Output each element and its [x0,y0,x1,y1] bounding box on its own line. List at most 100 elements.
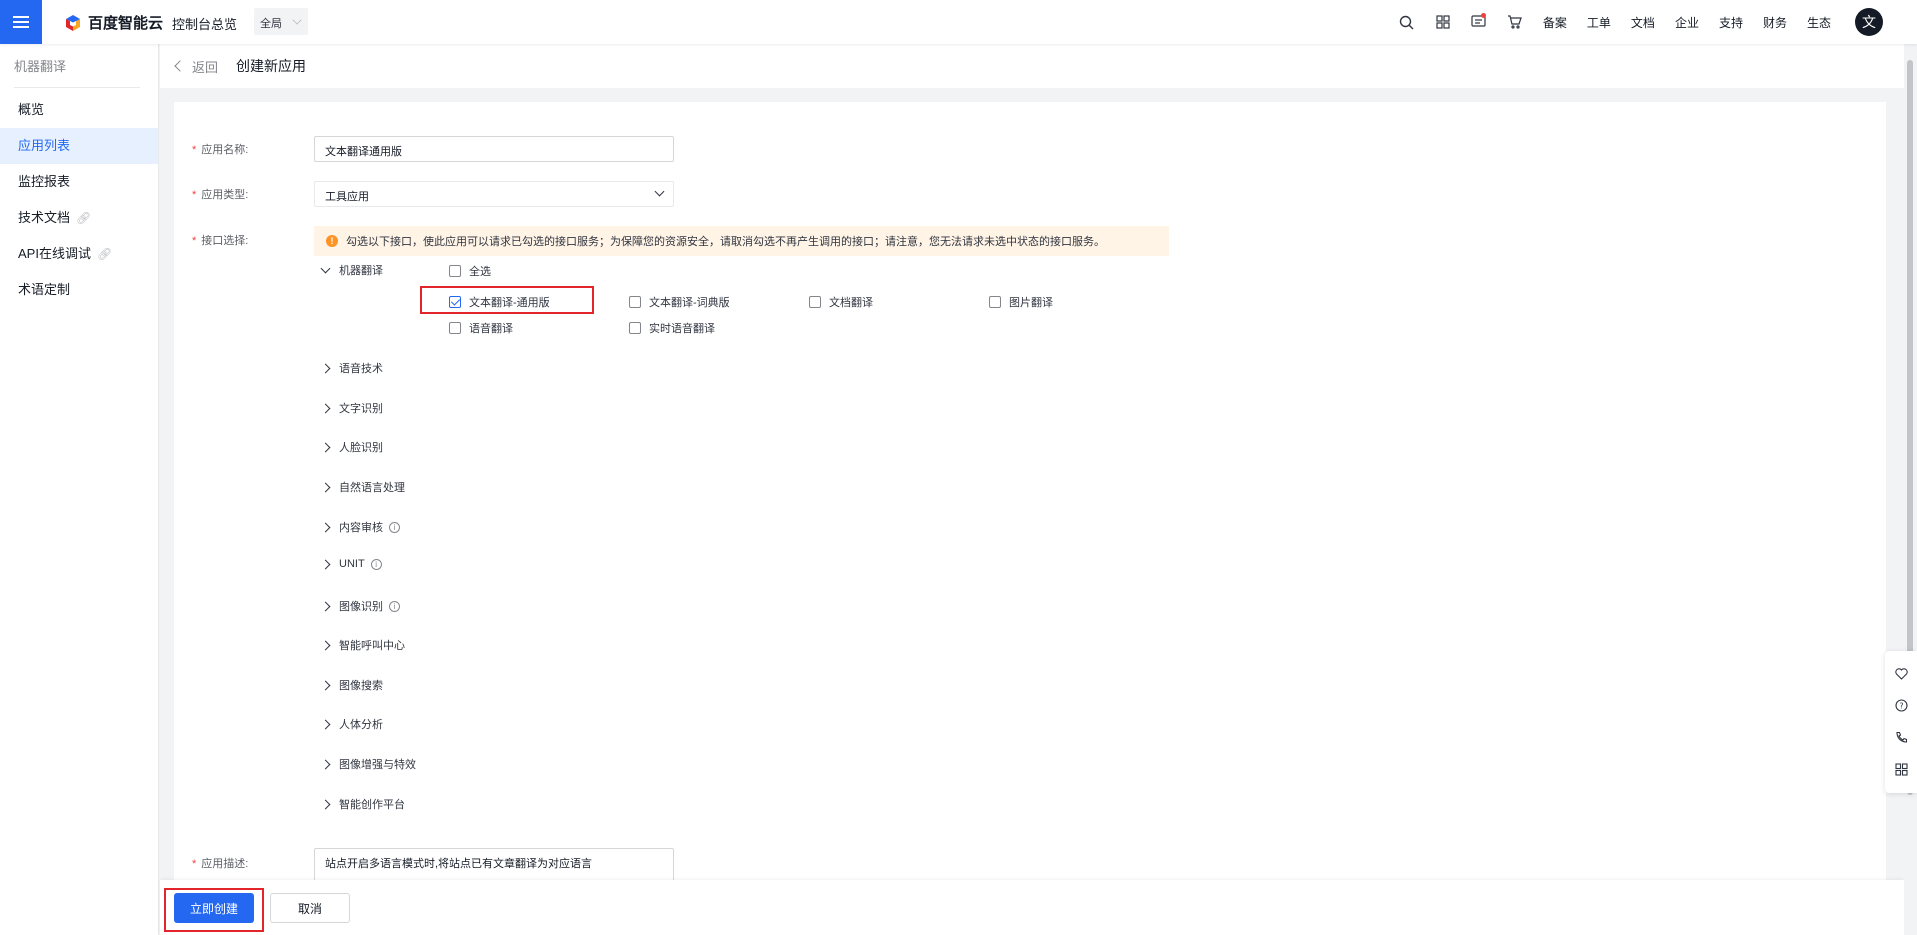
help-icon[interactable]: ? [1894,699,1908,712]
sidebar-title: 机器翻译 [14,44,140,88]
app-type-label: * 应用类型: [192,189,249,201]
group-item[interactable]: 语音技术 [320,360,383,376]
notice-banner: ! 勾选以下接口，使此应用可以请求已勾选的接口服务；为保障您的资源安全，请取消勾… [314,226,1169,256]
sidebar-item-app-list[interactable]: 应用列表 [0,128,158,164]
chevron-right-icon [320,601,331,611]
region-select[interactable]: 全局 [254,8,308,35]
menu-icon[interactable] [0,0,42,44]
chevron-right-icon [320,363,331,373]
checkbox-text-translation-dict[interactable]: 文本翻译-词典版 [629,294,730,310]
phone-icon[interactable] [1895,731,1908,744]
sidebar-item-tech-docs[interactable]: 技术文档 🔗︎ [0,200,158,236]
group-item[interactable]: 人体分析 [320,716,383,732]
group-item[interactable]: 人脸识别 [320,439,383,455]
checkbox-box[interactable] [989,296,1001,308]
group-item[interactable]: 图像识别 i [320,598,400,614]
top-link-support[interactable]: 支持 [1709,14,1753,31]
top-link-finance[interactable]: 财务 [1753,14,1797,31]
group-item[interactable]: 文字识别 [320,400,383,416]
top-link-ticket[interactable]: 工单 [1577,14,1621,31]
notice-text: 勾选以下接口，使此应用可以请求已勾选的接口服务；为保障您的资源安全，请取消勾选不… [346,236,1105,248]
page-header: 返回 创建新应用 [160,44,1904,88]
checkbox-box[interactable] [449,265,461,277]
checkbox-label: 实时语音翻译 [649,323,715,335]
checkbox-label: 全选 [469,266,491,278]
checkbox-label: 文档翻译 [829,297,873,309]
chevron-right-icon [320,759,331,769]
cancel-button[interactable]: 取消 [270,893,350,923]
group-machine-translation[interactable]: 机器翻译 [320,262,383,278]
top-link-docs[interactable]: 文档 [1621,14,1665,31]
app-name-label: * 应用名称: [192,144,249,156]
sidebar-item-monitor[interactable]: 监控报表 [0,164,158,200]
top-link-enterprise[interactable]: 企业 [1665,14,1709,31]
sidebar-item-label: 监控报表 [18,174,71,189]
group-item[interactable]: 智能呼叫中心 [320,637,405,653]
highlight-box [420,286,594,314]
message-icon[interactable] [1461,0,1497,44]
group-item[interactable]: 图像搜索 [320,677,383,693]
checkbox-label: 文本翻译-词典版 [649,297,730,309]
checkbox-box[interactable] [629,322,641,334]
heart-icon[interactable] [1894,668,1908,681]
sidebar: 机器翻译 概览 应用列表 监控报表 技术文档 🔗︎ API在线调试 🔗︎ 术语定制 [0,44,159,935]
top-bar: 百度智能云 控制台总览 全局 备案 工单 文档 企业 支持 财务 生态 文 [0,0,1917,44]
checkbox-doc-translation[interactable]: 文档翻译 [809,294,873,310]
page-title: 创建新应用 [236,58,307,74]
checkbox-speech-translation[interactable]: 语音翻译 [449,320,513,336]
checkbox-label: 语音翻译 [469,323,513,335]
app-name-input[interactable]: 文本翻译通用版 [314,136,674,162]
sidebar-item-label: 术语定制 [18,282,71,297]
notification-dot [1480,13,1486,18]
chevron-down-icon [320,263,331,274]
sidebar-item-api-debug[interactable]: API在线调试 🔗︎ [0,236,158,272]
back-button[interactable]: 返回 [160,57,218,76]
region-value: 全局 [260,18,282,30]
chevron-right-icon [320,482,331,492]
cart-icon[interactable] [1497,0,1533,44]
group-item[interactable]: 智能创作平台 [320,796,405,812]
checkbox-realtime-speech-translation[interactable]: 实时语音翻译 [629,320,715,336]
group-item[interactable]: 内容审核 i [320,519,400,535]
info-icon[interactable]: i [389,521,400,533]
checkbox-label: 图片翻译 [1009,297,1053,309]
checkbox-box[interactable] [629,296,641,308]
checkbox-box[interactable] [449,322,461,334]
warning-icon: ! [326,235,338,247]
sidebar-item-terminology[interactable]: 术语定制 [0,272,158,308]
group-item[interactable]: UNIT i [320,558,382,570]
external-link-icon: 🔗︎ [76,211,92,225]
search-icon[interactable] [1389,0,1425,44]
checkbox-image-translation[interactable]: 图片翻译 [989,294,1053,310]
group-item[interactable]: 图像增强与特效 [320,756,416,772]
checkbox-box[interactable] [809,296,821,308]
chevron-right-icon [320,719,331,729]
group-item[interactable]: 自然语言处理 [320,479,405,495]
cube-logo-icon [66,14,80,31]
top-link-ecosystem[interactable]: 生态 [1797,14,1841,31]
chevron-right-icon [320,522,331,532]
sidebar-item-overview[interactable]: 概览 [0,92,158,128]
checkbox-select-all[interactable]: 全选 [449,263,491,279]
sidebar-item-label: 应用列表 [18,138,71,153]
footer-bar: 立即创建 取消 [160,880,1904,935]
float-tools-panel: ? [1885,651,1917,793]
sidebar-item-label: 技术文档 [18,210,71,225]
brand-logo[interactable]: 百度智能云 [64,12,163,33]
grid-icon[interactable] [1894,763,1908,776]
group-label: 机器翻译 [339,265,383,277]
api-select-label: * 接口选择: [192,235,249,247]
highlight-box [164,888,264,932]
chevron-right-icon [320,640,331,650]
user-avatar[interactable]: 文 [1855,8,1883,36]
back-label: 返回 [192,59,219,75]
chevron-right-icon [320,799,331,809]
grid-apps-icon[interactable] [1425,0,1461,44]
chevron-right-icon [320,442,331,452]
console-overview-link[interactable]: 控制台总览 [172,14,237,33]
info-icon[interactable]: i [389,600,400,612]
app-desc-label: * 应用描述: [192,858,249,870]
top-link-beian[interactable]: 备案 [1533,14,1577,31]
app-type-select[interactable]: 工具应用 [314,181,674,207]
info-icon[interactable]: i [370,558,382,570]
